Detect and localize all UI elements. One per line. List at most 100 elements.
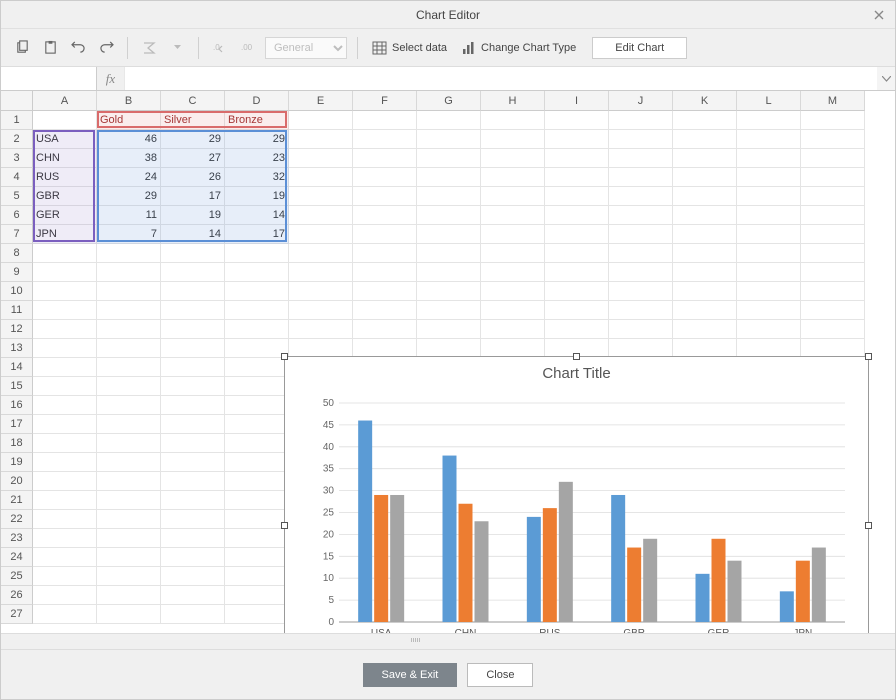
cell[interactable]: 32 (225, 168, 289, 187)
cell[interactable] (673, 187, 737, 206)
cell[interactable]: 14 (225, 206, 289, 225)
cell[interactable] (353, 301, 417, 320)
cell[interactable] (33, 396, 97, 415)
cell[interactable] (33, 472, 97, 491)
cell[interactable]: 11 (97, 206, 161, 225)
cell[interactable] (545, 130, 609, 149)
cell[interactable] (609, 187, 673, 206)
cell[interactable] (609, 282, 673, 301)
row-header[interactable]: 10 (1, 282, 33, 301)
cell[interactable] (737, 301, 801, 320)
cell[interactable] (801, 187, 865, 206)
cell[interactable] (801, 168, 865, 187)
cell[interactable] (225, 320, 289, 339)
cell[interactable] (609, 149, 673, 168)
cell[interactable] (289, 168, 353, 187)
cell[interactable] (161, 339, 225, 358)
cell[interactable] (801, 111, 865, 130)
row-header[interactable]: 26 (1, 586, 33, 605)
cell[interactable]: 29 (97, 187, 161, 206)
cell[interactable] (225, 377, 289, 396)
cell[interactable]: 17 (161, 187, 225, 206)
cell[interactable] (97, 510, 161, 529)
cell[interactable]: 14 (161, 225, 225, 244)
close-button[interactable]: Close (467, 663, 533, 687)
cell[interactable] (417, 225, 481, 244)
cell[interactable] (609, 206, 673, 225)
change-chart-type-button[interactable]: Change Chart Type (457, 41, 580, 55)
cell[interactable] (33, 358, 97, 377)
cell[interactable] (33, 586, 97, 605)
cell[interactable] (33, 111, 97, 130)
number-format-select[interactable]: General (265, 37, 347, 59)
cell[interactable] (801, 301, 865, 320)
cell[interactable] (225, 263, 289, 282)
spreadsheet[interactable]: ABCDEFGHIJKLM 12345678910111213141516171… (1, 91, 895, 633)
cell[interactable] (97, 301, 161, 320)
cell[interactable] (673, 244, 737, 263)
cell[interactable] (161, 358, 225, 377)
row-header[interactable]: 24 (1, 548, 33, 567)
resize-handle-w[interactable] (281, 522, 288, 529)
cell[interactable] (97, 529, 161, 548)
cell[interactable] (225, 301, 289, 320)
resize-handle-nw[interactable] (281, 353, 288, 360)
cell[interactable] (97, 396, 161, 415)
cell[interactable] (673, 263, 737, 282)
cell[interactable] (353, 187, 417, 206)
cell[interactable] (737, 187, 801, 206)
column-header[interactable]: B (97, 91, 161, 111)
cell[interactable] (609, 130, 673, 149)
column-header[interactable]: J (609, 91, 673, 111)
cell[interactable] (545, 282, 609, 301)
cell[interactable] (801, 206, 865, 225)
cell[interactable] (97, 339, 161, 358)
redo-icon[interactable] (95, 37, 117, 59)
cell[interactable] (481, 168, 545, 187)
cell[interactable] (225, 605, 289, 624)
cell[interactable] (353, 149, 417, 168)
cell[interactable] (225, 396, 289, 415)
row-header[interactable]: 7 (1, 225, 33, 244)
cell[interactable] (33, 282, 97, 301)
cell[interactable] (33, 415, 97, 434)
cell[interactable] (417, 130, 481, 149)
cell[interactable] (353, 320, 417, 339)
chart-object[interactable]: Chart Title 05101520253035404550USACHNRU… (284, 356, 869, 633)
cell[interactable] (481, 206, 545, 225)
row-header[interactable]: 9 (1, 263, 33, 282)
cell[interactable] (225, 510, 289, 529)
cell[interactable]: GBR (33, 187, 97, 206)
cell[interactable] (33, 377, 97, 396)
cell[interactable] (97, 453, 161, 472)
cell[interactable] (481, 301, 545, 320)
undo-icon[interactable] (67, 37, 89, 59)
cell[interactable] (545, 244, 609, 263)
cell[interactable] (353, 244, 417, 263)
cell[interactable] (161, 510, 225, 529)
cell[interactable] (33, 529, 97, 548)
cell[interactable] (97, 491, 161, 510)
cell[interactable] (33, 491, 97, 510)
cell[interactable] (545, 149, 609, 168)
cell[interactable] (353, 263, 417, 282)
cell[interactable]: 27 (161, 149, 225, 168)
cell[interactable] (33, 434, 97, 453)
cell[interactable] (225, 415, 289, 434)
cell[interactable] (481, 149, 545, 168)
cell[interactable]: 19 (161, 206, 225, 225)
cell[interactable] (673, 130, 737, 149)
row-header[interactable]: 13 (1, 339, 33, 358)
close-icon[interactable] (871, 7, 887, 23)
cell[interactable] (33, 301, 97, 320)
cell[interactable] (97, 282, 161, 301)
cell[interactable] (161, 472, 225, 491)
cell[interactable] (97, 358, 161, 377)
cell[interactable] (673, 206, 737, 225)
row-header[interactable]: 27 (1, 605, 33, 624)
cell[interactable] (801, 149, 865, 168)
cell[interactable]: Silver (161, 111, 225, 130)
cell[interactable] (97, 320, 161, 339)
row-header[interactable]: 21 (1, 491, 33, 510)
cell[interactable] (289, 206, 353, 225)
